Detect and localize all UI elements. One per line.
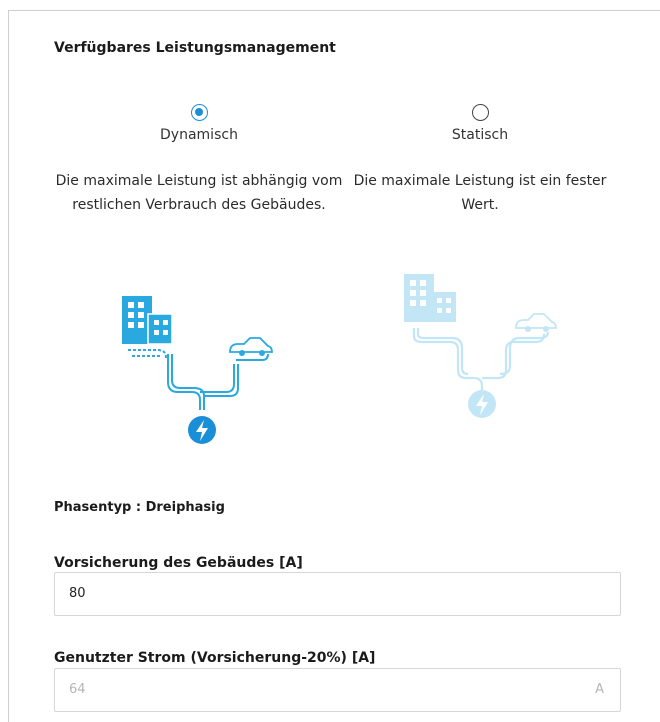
charging-bolt-icon bbox=[468, 390, 496, 418]
car-icon bbox=[515, 313, 557, 332]
used-current-input: 64 A bbox=[54, 668, 621, 712]
fuse-input[interactable]: 80 bbox=[54, 572, 621, 616]
radio-dynamic[interactable] bbox=[190, 104, 208, 121]
car-icon bbox=[229, 337, 273, 356]
radio-static[interactable] bbox=[471, 104, 489, 121]
option-dynamic-label: Dynamisch bbox=[160, 127, 238, 143]
building-icon bbox=[122, 296, 173, 345]
used-current-unit: A bbox=[595, 682, 604, 697]
option-dynamic[interactable]: Dynamisch Die maximale Leistung ist abhä… bbox=[54, 104, 344, 217]
static-illustration bbox=[404, 274, 557, 418]
phase-type-label: Phasentyp : bbox=[54, 500, 146, 515]
fuse-field-label: Vorsicherung des Gebäudes [A] bbox=[54, 555, 303, 571]
used-current-value: 64 bbox=[69, 682, 86, 697]
option-static[interactable]: Statisch Die maximale Leistung ist ein f… bbox=[345, 104, 615, 217]
option-static-description: Die maximale Leistung ist ein fester Wer… bbox=[353, 173, 607, 213]
used-current-field-label: Genutzter Strom (Vorsicherung-20%) [A] bbox=[54, 650, 376, 666]
fuse-input-value: 80 bbox=[69, 586, 86, 601]
option-dynamic-description: Die maximale Leistung ist abhängig vom r… bbox=[55, 173, 343, 213]
building-icon bbox=[404, 274, 456, 322]
section-title: Verfügbares Leistungsmanagement bbox=[54, 40, 336, 56]
dynamic-illustration bbox=[122, 296, 273, 444]
phase-type: Phasentyp : Dreiphasig bbox=[54, 500, 225, 515]
charging-bolt-icon bbox=[188, 416, 216, 444]
option-static-label: Statisch bbox=[451, 127, 509, 143]
phase-type-value: Dreiphasig bbox=[145, 500, 225, 515]
